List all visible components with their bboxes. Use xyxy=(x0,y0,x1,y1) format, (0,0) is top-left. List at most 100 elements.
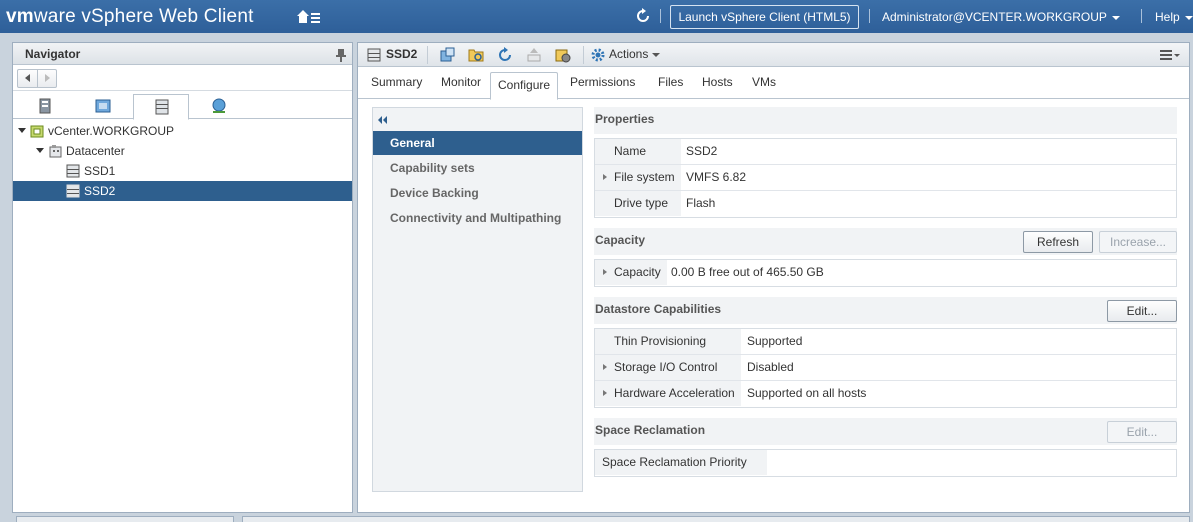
datastore-settings-icon[interactable] xyxy=(554,46,572,64)
tree-node-ssd1[interactable]: SSD1 xyxy=(13,161,352,181)
help-menu[interactable]: Help xyxy=(1155,10,1193,24)
menu-item-connectivity-multipathing[interactable]: Connectivity and Multipathing xyxy=(373,206,582,230)
toolbar-divider xyxy=(583,46,584,64)
property-value: Disabled xyxy=(747,360,794,374)
properties-section-header: Properties xyxy=(594,107,1177,134)
edit-space-reclamation-button[interactable]: Edit... xyxy=(1107,421,1177,443)
property-key: Hardware Acceleration xyxy=(595,381,741,406)
datastore-icon xyxy=(367,48,381,65)
browse-files-icon[interactable] xyxy=(467,46,485,64)
properties-table: Name SSD2 File system VMFS 6.82 Drive ty… xyxy=(594,138,1177,218)
increase-capacity-icon[interactable] xyxy=(525,46,543,64)
tab-hosts[interactable]: Hosts xyxy=(702,75,733,89)
expand-arrow-icon[interactable] xyxy=(603,174,607,180)
property-value: VMFS 6.82 xyxy=(686,170,747,184)
launch-html5-client-button[interactable]: Launch vSphere Client (HTML5) xyxy=(670,5,859,29)
object-tabs: Summary Monitor Configure Permissions Fi… xyxy=(358,68,1189,100)
expand-arrow-icon[interactable] xyxy=(603,269,607,275)
arrow-left-icon xyxy=(25,74,30,82)
menu-item-capability-sets[interactable]: Capability sets xyxy=(373,156,582,180)
view-options-menu-icon[interactable] xyxy=(1157,46,1183,64)
property-row-file-system: File system VMFS 6.82 xyxy=(595,165,1176,191)
vsphere-brand-logo: vmware vSphere Web Client xyxy=(6,6,254,27)
tab-vms-and-templates[interactable] xyxy=(75,94,131,119)
bottom-panel-tab[interactable] xyxy=(242,516,1190,522)
tab-hosts-and-clusters[interactable] xyxy=(17,94,73,119)
tab-networking[interactable] xyxy=(191,94,247,119)
property-row-hardware-acceleration: Hardware Acceleration Supported on all h… xyxy=(595,381,1176,407)
navigator-panel: Navigator vCenter.WORKGROUP Datacenter S… xyxy=(12,42,353,513)
toolbar-divider xyxy=(427,46,428,64)
collapse-menu-icon[interactable] xyxy=(377,114,391,124)
object-title: SSD2 xyxy=(386,47,418,61)
section-title: Datastore Capabilities xyxy=(595,302,722,316)
navigator-tabs xyxy=(13,91,352,120)
actions-menu-button[interactable]: Actions xyxy=(590,43,661,66)
back-button[interactable] xyxy=(18,70,38,87)
section-title: Capacity xyxy=(595,233,646,247)
navigator-header: Navigator xyxy=(13,43,352,65)
refresh-datastore-icon[interactable] xyxy=(496,46,514,64)
navigator-history-bar xyxy=(13,65,352,91)
property-row-thin-provisioning: Thin Provisioning Supported xyxy=(595,329,1176,355)
main-panel: SSD2 Actions Summary Monitor Configure P… xyxy=(357,42,1190,513)
property-row-drive-type: Drive type Flash xyxy=(595,191,1176,217)
top-header-bar: vmware vSphere Web Client Launch vSphere… xyxy=(0,0,1193,33)
chevron-down-icon xyxy=(1111,15,1120,20)
home-menu-icon[interactable] xyxy=(296,8,322,26)
networking-icon xyxy=(212,98,226,113)
tab-permissions[interactable]: Permissions xyxy=(570,75,635,89)
object-toolbar: SSD2 Actions xyxy=(358,43,1189,67)
tab-configure[interactable]: Configure xyxy=(490,72,559,100)
property-value: SSD2 xyxy=(686,144,718,158)
arrow-right-icon xyxy=(45,74,50,82)
configure-side-menu: General Capability sets Device Backing C… xyxy=(372,107,583,492)
property-row-storage-io-control: Storage I/O Control Disabled xyxy=(595,355,1176,381)
section-title: Space Reclamation xyxy=(595,423,706,437)
property-row-capacity: Capacity 0.00 B free out of 465.50 GB xyxy=(595,260,1176,286)
bottom-panel-tab[interactable] xyxy=(16,516,234,522)
property-key: Drive type xyxy=(595,191,681,216)
tree-node-datacenter[interactable]: Datacenter xyxy=(13,141,352,161)
storage-icon xyxy=(155,99,169,115)
refresh-button[interactable]: Refresh xyxy=(1023,231,1093,253)
hosts-clusters-icon xyxy=(39,98,51,114)
expand-arrow-icon[interactable] xyxy=(603,364,607,370)
datastore-capabilities-section-header: Datastore Capabilities xyxy=(594,297,1177,324)
tab-vms[interactable]: VMs xyxy=(752,75,776,89)
tab-files[interactable]: Files xyxy=(658,75,683,89)
vms-templates-icon xyxy=(95,99,111,113)
property-key: File system xyxy=(595,165,681,190)
forward-button[interactable] xyxy=(38,70,57,87)
property-value: 0.00 B free out of 465.50 GB xyxy=(671,265,824,279)
header-divider xyxy=(1141,9,1142,23)
expand-arrow-icon[interactable] xyxy=(603,390,607,396)
section-title: Properties xyxy=(595,112,655,126)
space-reclamation-table: Space Reclamation Priority xyxy=(594,449,1177,477)
property-row-name: Name SSD2 xyxy=(595,139,1176,165)
tab-summary[interactable]: Summary xyxy=(371,75,422,89)
pin-icon[interactable] xyxy=(335,47,347,62)
chevron-down-icon xyxy=(652,52,661,57)
expand-arrow-icon[interactable] xyxy=(36,148,44,153)
tree-node-ssd2[interactable]: SSD2 xyxy=(13,181,352,201)
increase-capacity-button[interactable]: Increase... xyxy=(1099,231,1177,253)
tree-node-vcenter[interactable]: vCenter.WORKGROUP xyxy=(13,121,352,141)
user-menu[interactable]: Administrator@VCENTER.WORKGROUP xyxy=(882,10,1120,24)
capacity-table: Capacity 0.00 B free out of 465.50 GB xyxy=(594,259,1177,287)
menu-item-general[interactable]: General xyxy=(373,131,582,155)
tab-storage[interactable] xyxy=(133,94,189,120)
edit-capabilities-button[interactable]: Edit... xyxy=(1107,300,1177,322)
header-divider xyxy=(869,9,870,23)
property-key: Storage I/O Control xyxy=(595,355,741,380)
tab-monitor[interactable]: Monitor xyxy=(441,75,481,89)
space-reclamation-section-header: Space Reclamation xyxy=(594,418,1177,445)
property-key: Thin Provisioning xyxy=(595,329,741,354)
property-value: Supported on all hosts xyxy=(747,386,867,400)
menu-item-device-backing[interactable]: Device Backing xyxy=(373,181,582,205)
capabilities-table: Thin Provisioning Supported Storage I/O … xyxy=(594,328,1177,408)
chevron-down-icon xyxy=(1184,15,1193,20)
expand-arrow-icon[interactable] xyxy=(18,128,26,133)
global-refresh-icon[interactable] xyxy=(634,7,652,25)
register-vm-icon[interactable] xyxy=(438,46,456,64)
